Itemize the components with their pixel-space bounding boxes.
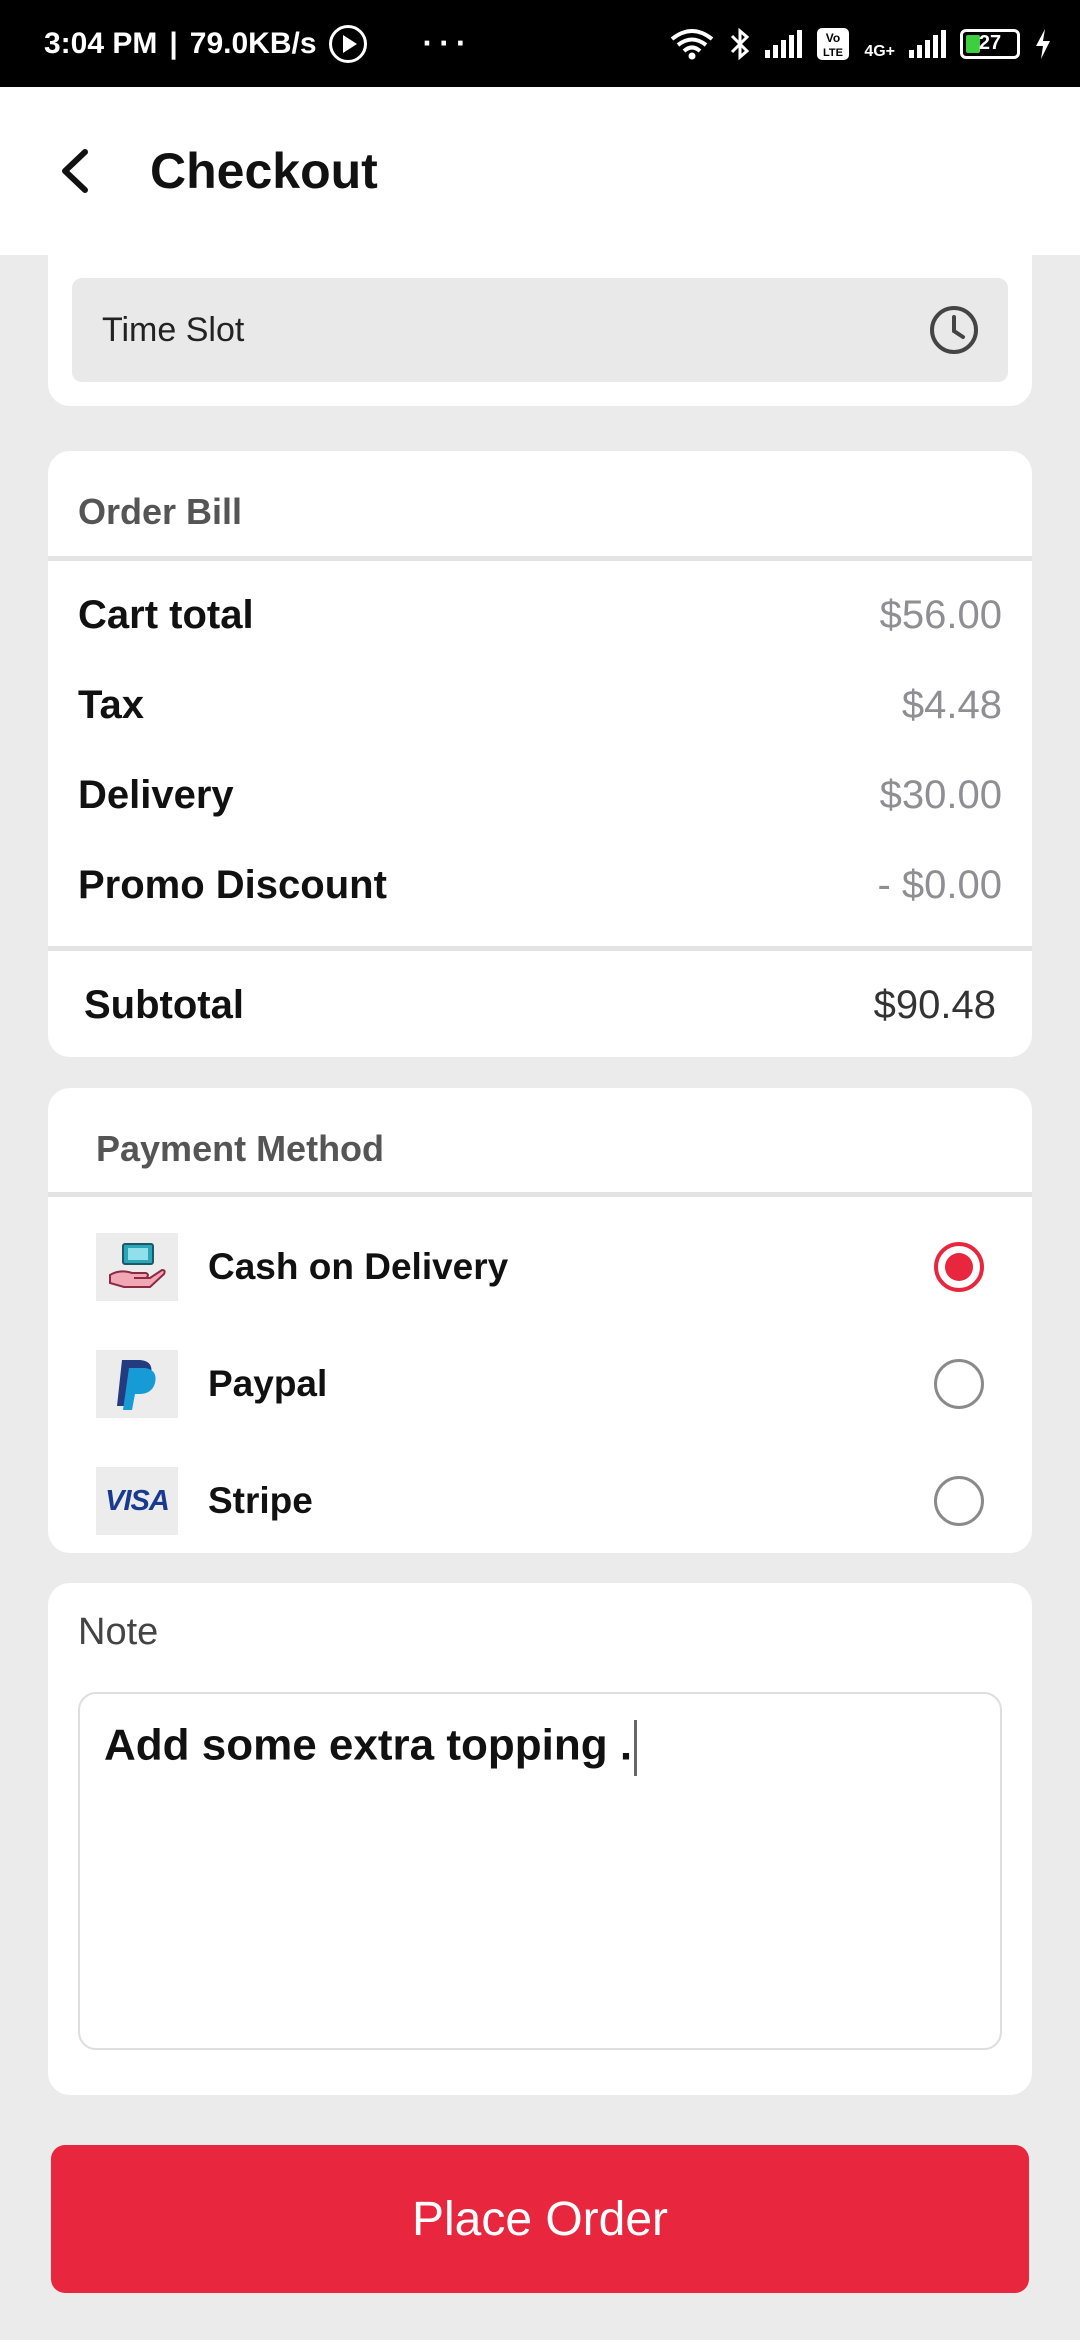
divider xyxy=(48,1192,1032,1197)
payment-option-stripe[interactable]: VISA Stripe xyxy=(96,1467,1032,1535)
time-slot-card: Time Slot xyxy=(48,240,1032,406)
payment-option-cash-on-delivery[interactable]: Cash on Delivery xyxy=(96,1233,1032,1301)
cash-hand-icon xyxy=(96,1233,178,1301)
payment-option-label: Stripe xyxy=(208,1480,313,1521)
subtotal-label: Subtotal xyxy=(84,983,244,1027)
signal-icon xyxy=(765,29,803,58)
volte-icon: Vo LTE xyxy=(817,27,850,60)
bill-value: $30.00 xyxy=(879,773,1002,817)
divider xyxy=(48,556,1032,561)
bill-label: Cart total xyxy=(78,593,254,637)
bill-label: Tax xyxy=(78,683,144,727)
paypal-icon xyxy=(96,1350,178,1418)
bill-row-promo-discount: Promo Discount - $0.00 xyxy=(78,863,1002,908)
bill-row-subtotal: Subtotal $90.48 xyxy=(84,983,996,1028)
status-time: 3:04 PM xyxy=(44,26,158,60)
note-text: Add some extra topping . xyxy=(104,1720,633,1770)
payment-option-label: Paypal xyxy=(208,1363,328,1404)
wifi-icon xyxy=(671,28,714,59)
subtotal-value: $90.48 xyxy=(873,983,996,1027)
bill-row-tax: Tax $4.48 xyxy=(78,683,1002,728)
page-title: Checkout xyxy=(150,143,378,199)
signal-icon-2 xyxy=(909,29,946,58)
note-card: Note Add some extra topping . xyxy=(48,1583,1032,2095)
play-icon xyxy=(328,24,367,63)
bill-value: $4.48 xyxy=(901,683,1002,727)
payment-option-label: Cash on Delivery xyxy=(208,1246,509,1287)
payment-method-title: Payment Method xyxy=(96,1128,385,1169)
battery-icon: 27 xyxy=(960,28,1020,59)
status-bar: 3:04 PM | 79.0KB/s ··· Vo LTE 4G+ 27 xyxy=(0,0,1080,87)
time-slot-field[interactable]: Time Slot xyxy=(72,278,1008,382)
bill-label: Promo Discount xyxy=(78,863,387,907)
place-order-button[interactable]: Place Order xyxy=(51,2145,1029,2293)
bluetooth-icon xyxy=(731,27,750,60)
order-bill-title: Order Bill xyxy=(78,491,243,532)
svg-text:Vo: Vo xyxy=(826,31,840,45)
more-dots-icon: ··· xyxy=(422,25,473,61)
note-textarea[interactable]: Add some extra topping . xyxy=(78,1692,1002,2050)
status-right: Vo LTE 4G+ 27 xyxy=(669,27,1052,61)
time-slot-label: Time Slot xyxy=(102,310,245,349)
bill-value: - $0.00 xyxy=(877,863,1002,907)
bill-value: $56.00 xyxy=(879,593,1002,637)
back-arrow-icon[interactable] xyxy=(30,126,120,216)
network-speed: 79.0KB/s xyxy=(189,26,317,60)
app-bar: Checkout xyxy=(0,87,1080,255)
radio-unselected[interactable] xyxy=(934,1359,984,1409)
status-left: 3:04 PM | 79.0KB/s ··· xyxy=(44,24,473,63)
divider xyxy=(48,946,1032,951)
bill-row-delivery: Delivery $30.00 xyxy=(78,773,1002,818)
radio-unselected[interactable] xyxy=(934,1476,984,1526)
text-caret xyxy=(634,1720,638,1776)
payment-method-card: Payment Method Cash on Delivery Paypal V… xyxy=(48,1088,1032,1553)
note-title: Note xyxy=(78,1611,159,1653)
radio-selected[interactable] xyxy=(934,1242,984,1292)
payment-option-paypal[interactable]: Paypal xyxy=(96,1350,1032,1418)
order-bill-card: Order Bill Cart total $56.00 Tax $4.48 D… xyxy=(48,451,1032,1057)
clock-icon xyxy=(930,306,978,354)
status-separator: | xyxy=(169,26,178,60)
network-type: 4G+ xyxy=(864,42,895,60)
bill-row-cart-total: Cart total $56.00 xyxy=(78,593,1002,638)
charging-icon xyxy=(1036,28,1050,59)
battery-level: 27 xyxy=(978,32,1002,54)
bill-label: Delivery xyxy=(78,773,234,817)
visa-icon: VISA xyxy=(96,1467,178,1535)
svg-text:LTE: LTE xyxy=(823,47,843,59)
visa-logo-text: VISA xyxy=(105,1484,170,1517)
